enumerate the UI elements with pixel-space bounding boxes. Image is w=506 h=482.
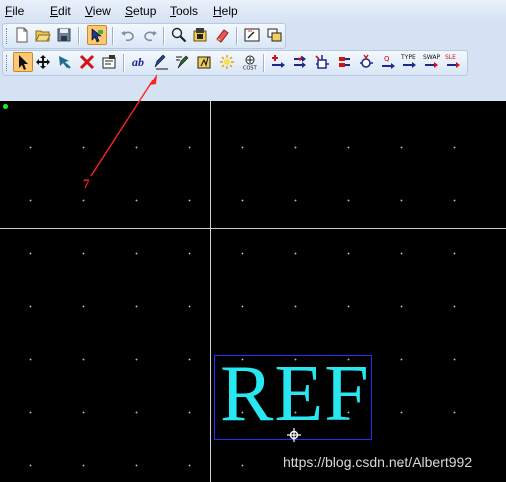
text-icon[interactable]: ab [130,53,148,71]
menu-view[interactable]: View [85,4,111,18]
sle-icon[interactable]: SLE [445,53,463,71]
move-icon[interactable] [34,53,52,71]
new-file-icon[interactable] [13,26,31,44]
watermark: https://blog.csdn.net/Albert992 [283,454,473,470]
standard-toolbar [2,23,286,49]
svg-text:Q: Q [384,55,390,63]
add-pad-icon[interactable] [335,53,353,71]
menu-file[interactable]: File [5,4,24,18]
edit-text-icon[interactable] [152,53,170,71]
renumber-type-icon[interactable]: Q [379,53,397,71]
menu-help[interactable]: Help [213,4,238,18]
swap-icon[interactable]: SWAP [423,53,441,71]
edit-pad-icon[interactable] [196,53,214,71]
toolbar-area: ab COST Q TYPE SWAP SLE [0,22,506,100]
annotation-label: 7 [83,176,90,191]
type-icon[interactable]: TYPE [401,53,419,71]
highlight-icon[interactable] [218,53,236,71]
design-toolbar: ab COST Q TYPE SWAP SLE [2,50,468,76]
toolbar-grip[interactable] [6,55,9,71]
delete-icon[interactable] [78,53,96,71]
select-icon[interactable] [13,52,33,72]
part-origin-icon[interactable] [287,428,301,442]
undo-icon[interactable] [119,26,137,44]
add-net-icon[interactable] [269,53,287,71]
properties-icon[interactable] [100,53,118,71]
window-icon[interactable] [265,26,283,44]
grid-axis-vertical [210,101,211,482]
design-canvas[interactable]: REF https://blog.csdn.net/Albert992 [0,101,506,482]
svg-text:SLE: SLE [445,54,456,61]
reference-designator[interactable]: REF [220,352,370,436]
origin-dot [3,104,8,109]
add-via-icon[interactable] [357,53,375,71]
redo-icon[interactable] [141,26,159,44]
grid-axis-horizontal [0,228,506,229]
select-pointer-icon[interactable] [87,25,107,45]
edit-attribute-icon[interactable] [174,53,192,71]
zoom-icon[interactable] [170,26,188,44]
menu-edit[interactable]: Edit [50,4,71,18]
toolbar-grip[interactable] [6,28,9,44]
svg-text:SWAP: SWAP [423,54,441,61]
save-icon[interactable] [55,26,73,44]
menu-setup[interactable]: Setup [125,4,156,18]
add-pin-icon[interactable] [313,53,331,71]
add-route-icon[interactable] [291,53,309,71]
svg-text:COST: COST [243,66,258,71]
move-drag-icon[interactable] [56,53,74,71]
svg-text:TYPE: TYPE [401,54,416,61]
erase-icon[interactable] [213,26,231,44]
menu-tools[interactable]: Tools [170,4,198,18]
menu-bar: File Edit View Setup Tools Help [0,0,506,22]
report-icon[interactable] [243,26,261,44]
cost-icon[interactable]: COST [241,53,259,71]
library-icon[interactable] [191,26,209,44]
open-folder-icon[interactable] [34,26,52,44]
svg-text:ab: ab [132,55,144,69]
